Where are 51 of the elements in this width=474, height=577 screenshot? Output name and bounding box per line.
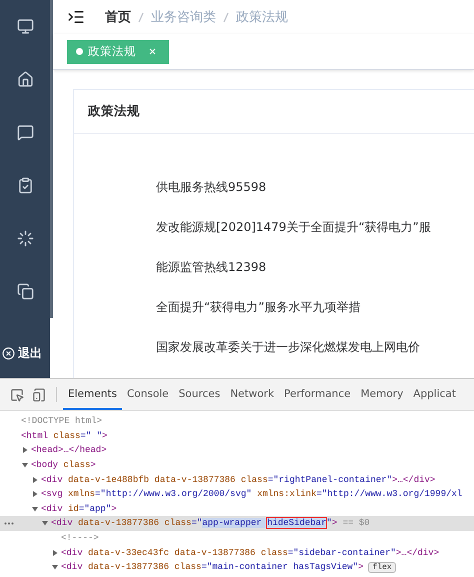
- dom-node-line[interactable]: <head>…</head>: [31, 445, 107, 456]
- policy-link[interactable]: 供电服务热线95598: [156, 178, 474, 197]
- devtools-tab[interactable]: Network: [225, 379, 280, 410]
- expanded-arrow-icon[interactable]: [42, 520, 48, 526]
- more-dots-icon[interactable]: [4, 522, 14, 525]
- collapsed-arrow-icon[interactable]: [32, 491, 38, 498]
- expanded-arrow-icon[interactable]: [52, 564, 58, 570]
- flex-badge[interactable]: flex: [368, 562, 396, 573]
- collapsed-arrow-icon[interactable]: [52, 550, 58, 556]
- dom-node-line[interactable]: <div data-v-13877386 class="app-wrapper hideSidebar"> == $0: [51, 518, 370, 528]
- dom-node-line[interactable]: <body class>: [31, 460, 96, 470]
- slash-separator-icon: [223, 12, 229, 22]
- devtools-tab[interactable]: Performance: [279, 379, 356, 410]
- dot-icon: [76, 48, 83, 55]
- slash-separator-icon: [138, 12, 144, 22]
- policy-link[interactable]: 发改能源规[2020]1479关于全面提升“获得电力”服: [156, 218, 474, 237]
- expanded-arrow-icon[interactable]: [22, 462, 28, 468]
- monitor-icon: [16, 18, 34, 35]
- breadcrumb-item: 业务咨询类: [151, 9, 216, 26]
- scrollbar[interactable]: [50, 0, 53, 318]
- spinner-icon: [16, 230, 34, 247]
- policy-link[interactable]: 能源监管热线12398: [156, 258, 474, 277]
- dom-node-line[interactable]: <div data-v-1e488bfb data-v-13877386 class="rightPanel-container">…</div>: [41, 474, 436, 485]
- dom-node-line[interactable]: <html class=" ">: [21, 430, 108, 441]
- card-title: 政策法规: [74, 90, 474, 134]
- chat-bubble-icon: [16, 124, 34, 141]
- collapsed-arrow-icon[interactable]: [32, 476, 38, 483]
- dom-node-line[interactable]: <div data-v-13877386 class="main-container hasTagsView">: [61, 562, 364, 572]
- menu-icon[interactable]: [67, 8, 85, 26]
- breadcrumb-item[interactable]: 首页: [105, 8, 131, 26]
- collapsed-arrow-icon[interactable]: [22, 447, 28, 454]
- breadcrumb-item: 政策法规: [236, 9, 288, 26]
- policy-link[interactable]: 国家发展改革委关于进一步深化燃煤发电上网电价: [156, 338, 474, 357]
- devtools-tab[interactable]: Sources: [174, 379, 226, 410]
- expanded-arrow-icon[interactable]: [32, 506, 38, 512]
- devtools-tab[interactable]: Console: [122, 379, 174, 410]
- dom-node-line[interactable]: <div id="app">: [41, 504, 117, 514]
- home-icon: [16, 71, 34, 88]
- dom-node-line[interactable]: <div data-v-33ec43fc data-v-13877386 class="sidebar-container">…</div>: [61, 548, 440, 558]
- policy-link[interactable]: 全面提升“获得电力”服务水平九项举措: [156, 298, 474, 317]
- dom-node-line[interactable]: <!DOCTYPE html>: [21, 416, 102, 426]
- selected-dom-row[interactable]: <div data-v-13877386 class="app-wrapper hideSidebar"> == $0: [0, 516, 474, 531]
- dom-node-line[interactable]: <svg xmlns="http://www.w3.org/2000/svg" xmlns:xlink="http://www.w3.org/1999/xl: [41, 489, 462, 500]
- dom-node-line[interactable]: <!---->: [61, 533, 99, 544]
- copy-icon: [16, 283, 34, 300]
- devtools-tab[interactable]: Memory: [356, 379, 408, 410]
- close-circle-icon: [2, 347, 15, 360]
- devtools-tab[interactable]: Elements: [63, 379, 122, 410]
- devtools-tab[interactable]: Applicat: [408, 379, 461, 410]
- clipboard-check-icon: [16, 177, 34, 194]
- logout-button[interactable]: 退出: [2, 345, 42, 362]
